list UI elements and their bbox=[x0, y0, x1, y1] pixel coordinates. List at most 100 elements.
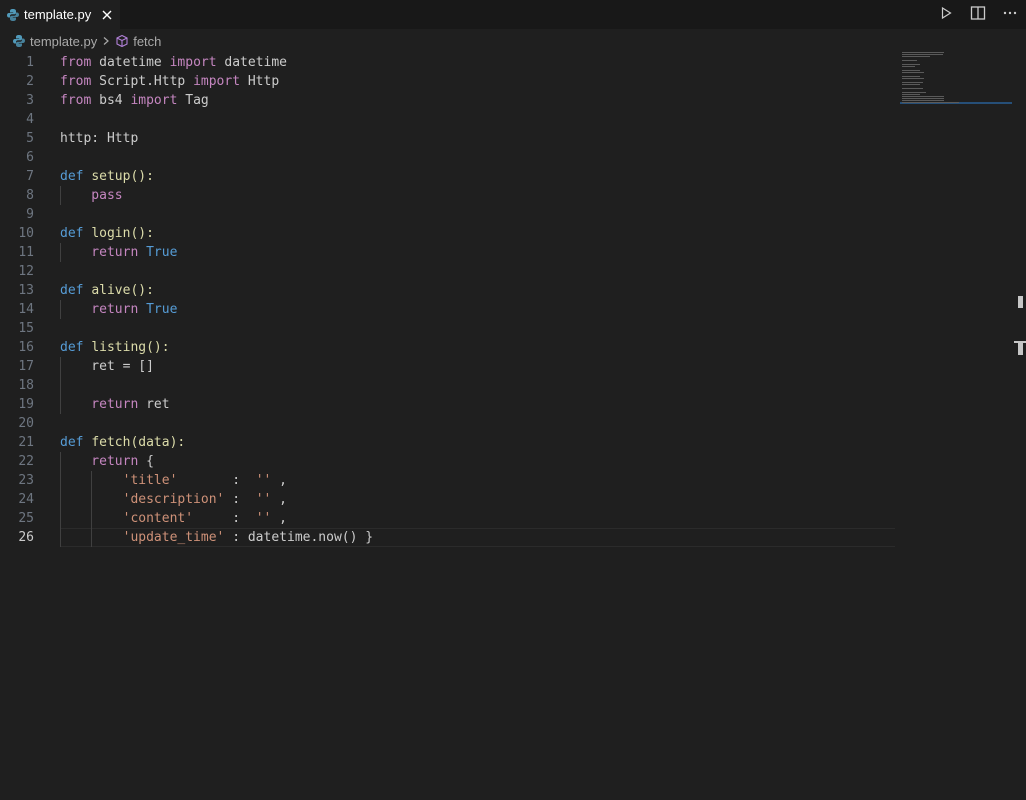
line-number: 8 bbox=[26, 188, 34, 203]
code-token: ret bbox=[146, 397, 170, 412]
breadcrumb-file[interactable]: template.py bbox=[12, 34, 97, 49]
code-token: datetime bbox=[99, 55, 162, 70]
code-token: bs4 bbox=[99, 93, 123, 108]
code-text: def fetch(data): bbox=[60, 433, 185, 452]
code-text: 'title' : '' , bbox=[60, 471, 287, 490]
code-token: listing(): bbox=[91, 340, 170, 355]
line-number: 15 bbox=[18, 321, 34, 336]
breadcrumb: template.py fetch bbox=[0, 29, 1026, 53]
close-icon[interactable] bbox=[99, 7, 115, 23]
editor-tab-template-py[interactable]: template.py bbox=[0, 0, 120, 29]
code-token: '' bbox=[255, 511, 272, 526]
line-number: 18 bbox=[18, 378, 34, 393]
code-line[interactable]: 7 def setup(): bbox=[0, 167, 895, 186]
python-icon bbox=[12, 34, 26, 48]
code-token: import bbox=[193, 74, 241, 89]
code-token: def bbox=[60, 169, 84, 184]
minimap[interactable] bbox=[900, 50, 1015, 110]
code-line[interactable]: 23 'title' : '' , bbox=[0, 471, 895, 490]
line-number: 22 bbox=[18, 454, 34, 469]
code-line[interactable]: 9 bbox=[0, 205, 895, 224]
code-token: def bbox=[60, 340, 84, 355]
code-text: pass bbox=[60, 186, 122, 205]
code-line[interactable]: 2 from Script.Http import Http bbox=[0, 72, 895, 91]
breadcrumb-symbol-label: fetch bbox=[133, 33, 162, 49]
code-line[interactable]: 1 from datetime import datetime bbox=[0, 53, 895, 72]
code-text: return ret bbox=[60, 395, 170, 414]
code-line[interactable]: 11 return True bbox=[0, 243, 895, 262]
python-icon bbox=[6, 8, 20, 22]
code-line[interactable]: 4 bbox=[0, 110, 895, 129]
line-number: 25 bbox=[18, 511, 34, 526]
vertical-scrollbar[interactable] bbox=[1013, 53, 1026, 800]
line-number: 2 bbox=[26, 74, 34, 89]
line-number: 16 bbox=[18, 340, 34, 355]
run-button[interactable] bbox=[930, 0, 962, 29]
code-token: return bbox=[60, 397, 139, 412]
code-line[interactable]: 3 from bs4 import Tag bbox=[0, 91, 895, 110]
code-line[interactable]: 12 bbox=[0, 262, 895, 281]
minimap-line bbox=[902, 100, 944, 101]
code-text: return True bbox=[60, 300, 177, 319]
code-line[interactable]: 22 return { bbox=[0, 452, 895, 471]
code-line[interactable]: 26 'update_time' : datetime.now() } bbox=[0, 528, 895, 547]
minimap-line bbox=[902, 102, 960, 103]
code-line[interactable]: 21 def fetch(data): bbox=[0, 433, 895, 452]
code-text: 'content' : '' , bbox=[60, 509, 287, 528]
code-line[interactable]: 16 def listing(): bbox=[0, 338, 895, 357]
minimap-line bbox=[902, 52, 944, 53]
code-line[interactable]: 24 'description' : '' , bbox=[0, 490, 895, 509]
code-line[interactable]: 15 bbox=[0, 319, 895, 338]
breadcrumb-symbol[interactable]: fetch bbox=[115, 34, 161, 49]
code-line[interactable]: 20 bbox=[0, 414, 895, 433]
tab-label: template.py bbox=[24, 7, 92, 22]
code-token: def bbox=[60, 435, 84, 450]
minimap-line bbox=[902, 56, 930, 57]
indent-guide bbox=[60, 452, 61, 547]
code-text: def login(): bbox=[60, 224, 154, 243]
line-number: 12 bbox=[18, 264, 34, 279]
code-text: def alive(): bbox=[60, 281, 154, 300]
code-token: datetime bbox=[224, 55, 288, 70]
line-number: 19 bbox=[18, 397, 34, 412]
code-text: return { bbox=[60, 452, 154, 471]
code-token: from bbox=[60, 93, 92, 108]
code-token: setup(): bbox=[91, 169, 154, 184]
split-editor-button[interactable] bbox=[962, 0, 994, 29]
line-number: 11 bbox=[18, 245, 34, 260]
more-actions-button[interactable] bbox=[994, 0, 1026, 29]
code-token: 'description' bbox=[60, 492, 225, 507]
line-number: 21 bbox=[18, 435, 34, 450]
code-text: from datetime import datetime bbox=[60, 53, 287, 72]
minimap-line bbox=[902, 66, 915, 67]
minimap-line bbox=[902, 76, 921, 77]
code-line[interactable]: 5 http: Http bbox=[0, 129, 895, 148]
line-number: 14 bbox=[18, 302, 34, 317]
code-line[interactable]: 14 return True bbox=[0, 300, 895, 319]
code-token: , bbox=[279, 473, 287, 488]
minimap-line bbox=[902, 98, 944, 99]
code-line[interactable]: 17 ret = [] bbox=[0, 357, 895, 376]
line-number: 9 bbox=[26, 207, 34, 222]
code-line[interactable]: 10 def login(): bbox=[0, 224, 895, 243]
code-token: , bbox=[279, 492, 287, 507]
code-editor[interactable]: 1 from datetime import datetime 2 from Scri… bbox=[0, 53, 895, 800]
code-token: from bbox=[60, 74, 92, 89]
minimap-line bbox=[902, 78, 925, 79]
line-number: 5 bbox=[26, 131, 34, 146]
code-token: return bbox=[60, 302, 139, 317]
code-line[interactable]: 8 pass bbox=[0, 186, 895, 205]
minimap-line bbox=[902, 96, 944, 97]
minimap-line bbox=[902, 94, 921, 95]
code-token: : bbox=[232, 492, 248, 507]
code-text: return True bbox=[60, 243, 177, 262]
code-line[interactable]: 19 return ret bbox=[0, 395, 895, 414]
code-token: def bbox=[60, 283, 84, 298]
minimap-line bbox=[902, 60, 918, 61]
code-text: http: Http bbox=[60, 129, 138, 148]
code-line[interactable]: 18 bbox=[0, 376, 895, 395]
code-line[interactable]: 13 def alive(): bbox=[0, 281, 895, 300]
code-line[interactable]: 25 'content' : '' , bbox=[0, 509, 895, 528]
code-line[interactable]: 6 bbox=[0, 148, 895, 167]
code-token: 'update_time' bbox=[60, 530, 225, 545]
